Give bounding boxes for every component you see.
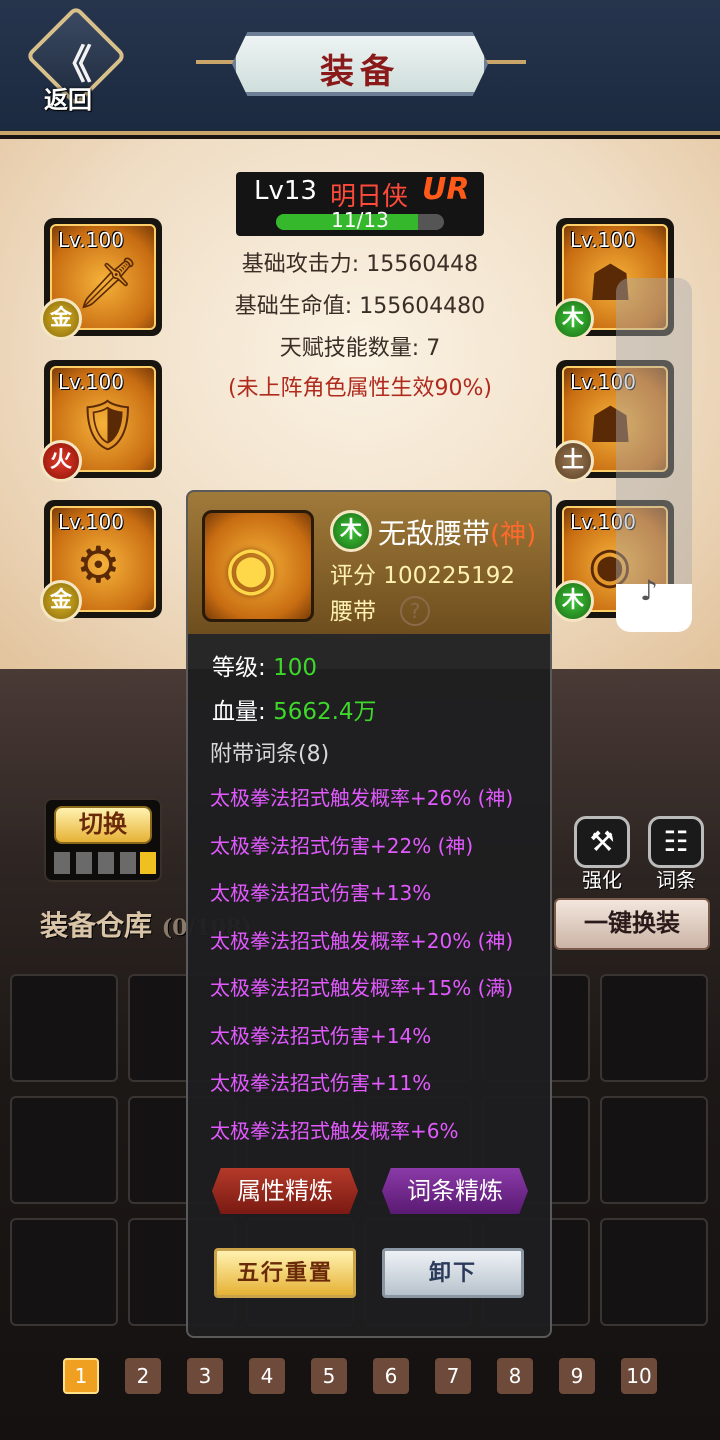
element-badge: 木	[552, 580, 594, 622]
affix-item: 太极拳法招式触发概率+6%	[210, 1118, 459, 1143]
hero-rank: UR	[422, 172, 470, 207]
item-hp-label: 血量:	[212, 699, 266, 725]
item-detail-popup: ◉ 木 无敌腰带(神) 评分 100225192 腰带 ? 等级: 100 血量…	[186, 490, 552, 1338]
affix-item: 太极拳法招式伤害+22% (神)	[210, 833, 474, 858]
amulet-icon: ⚙	[76, 536, 121, 594]
slot-level: Lv.100	[570, 228, 636, 252]
element-reset-button[interactable]: 五行重置	[214, 1248, 356, 1298]
page-title: 装备	[320, 52, 400, 92]
item-score: 评分 100225192	[330, 563, 516, 589]
item-hp: 血量: 5662.4万	[212, 692, 377, 726]
item-grade: (神)	[490, 520, 537, 550]
affix-label: 词条	[656, 868, 696, 892]
inventory-cell[interactable]	[10, 1218, 118, 1326]
page-button[interactable]: 1	[63, 1358, 99, 1394]
item-hp-value: 5662.4万	[273, 699, 377, 725]
item-element-badge: 木	[330, 510, 372, 552]
title-plate: 装备	[232, 32, 488, 96]
storage-title-text: 装备仓库	[40, 909, 153, 942]
item-name: 无敌腰带(神)	[378, 512, 536, 552]
music-note-icon[interactable]: ♪	[640, 574, 658, 607]
stat-talent: 天赋技能数量: 7	[279, 336, 441, 361]
hero-level: Lv13	[254, 176, 317, 206]
page-button[interactable]: 4	[249, 1358, 285, 1394]
belt-icon: ◉	[225, 533, 278, 603]
item-level: 等级: 100	[212, 648, 317, 682]
inventory-cell[interactable]	[600, 1096, 708, 1204]
back-label: 返回	[44, 85, 92, 114]
title-rod-left	[196, 60, 236, 64]
element-badge: 火	[40, 440, 82, 482]
element-badge: 金	[40, 580, 82, 622]
affix-header: 附带词条(8)	[210, 742, 330, 767]
inventory-cell[interactable]	[10, 1096, 118, 1204]
page-button[interactable]: 2	[125, 1358, 161, 1394]
hero-banner: Lv13 明日侠 UR 11/13	[236, 172, 484, 236]
switch-indicator-active	[140, 852, 156, 874]
switch-indicator	[76, 852, 92, 874]
item-type: 腰带	[330, 599, 376, 625]
element-badge: 金	[40, 298, 82, 340]
slot-level: Lv.100	[58, 510, 124, 534]
list-icon: ☷	[648, 816, 704, 868]
slot-level: Lv.100	[58, 228, 124, 252]
enhance-label: 强化	[582, 868, 622, 892]
stat-attack: 基础攻击力: 15560448	[241, 252, 479, 277]
back-button[interactable]: 《 返回	[25, 5, 127, 114]
equip-slot-amulet[interactable]: Lv.100 ⚙ 金	[40, 500, 162, 622]
title-rod-right	[486, 60, 526, 64]
affix-item: 太极拳法招式触发概率+15% (满)	[210, 976, 514, 1000]
page-button[interactable]: 8	[497, 1358, 533, 1394]
stat-hp: 基础生命值: 155604480	[234, 294, 486, 319]
equip-slot-weapon[interactable]: Lv.100 🗡 金	[40, 218, 162, 340]
sword-icon: 🗡	[76, 254, 140, 312]
stat-note: (未上阵角色属性生效90%)	[227, 376, 493, 401]
item-level-value: 100	[273, 655, 317, 681]
affix-item: 太极拳法招式触发概率+20% (神)	[210, 928, 514, 953]
affix-item: 太极拳法招式伤害+14%	[210, 1023, 432, 1048]
page-button[interactable]: 6	[373, 1358, 409, 1394]
unequip-button[interactable]: 卸下	[382, 1248, 524, 1298]
affix-item: 太极拳法招式伤害+11%	[210, 1071, 432, 1095]
popup-header: ◉ 木 无敌腰带(神) 评分 100225192 腰带 ?	[188, 492, 550, 634]
page-button[interactable]: 3	[187, 1358, 223, 1394]
hammer-icon: ⚒	[574, 816, 630, 868]
page-button[interactable]: 10	[621, 1358, 657, 1394]
page-button[interactable]: 5	[311, 1358, 347, 1394]
refine-attribute-button[interactable]: 属性精炼	[212, 1168, 358, 1214]
armor-icon: 🛡	[76, 396, 140, 454]
help-icon[interactable]: ?	[400, 596, 430, 626]
equip-slot-armor[interactable]: Lv.100 🛡 火	[40, 360, 162, 482]
one-key-equip-button[interactable]: 一键换装	[554, 898, 710, 950]
page-button[interactable]: 9	[559, 1358, 595, 1394]
inventory-cell[interactable]	[600, 1218, 708, 1326]
slot-level: Lv.100	[58, 370, 124, 394]
element-badge: 土	[552, 440, 594, 482]
switch-indicator	[98, 852, 114, 874]
item-level-label: 等级:	[212, 655, 266, 681]
affix-button[interactable]: ☷ 词条	[646, 816, 706, 892]
item-name-text: 无敌腰带	[378, 517, 491, 550]
inventory-cell[interactable]	[10, 974, 118, 1082]
inventory-cell[interactable]	[600, 974, 708, 1082]
switch-button[interactable]: 切换	[54, 806, 152, 844]
page-button[interactable]: 7	[435, 1358, 471, 1394]
xp-text: 11/13	[331, 208, 389, 232]
affix-item: 太极拳法招式伤害+13%	[210, 881, 432, 905]
affix-item: 太极拳法招式触发概率+26% (神)	[210, 786, 514, 810]
enhance-button[interactable]: ⚒ 强化	[572, 816, 632, 892]
element-badge: 木	[552, 298, 594, 340]
switch-indicator	[54, 852, 70, 874]
switch-panel: 切换	[44, 798, 162, 882]
switch-indicator	[120, 852, 136, 874]
item-icon-frame: ◉	[202, 510, 314, 622]
refine-affix-button[interactable]: 词条精炼	[382, 1168, 528, 1214]
